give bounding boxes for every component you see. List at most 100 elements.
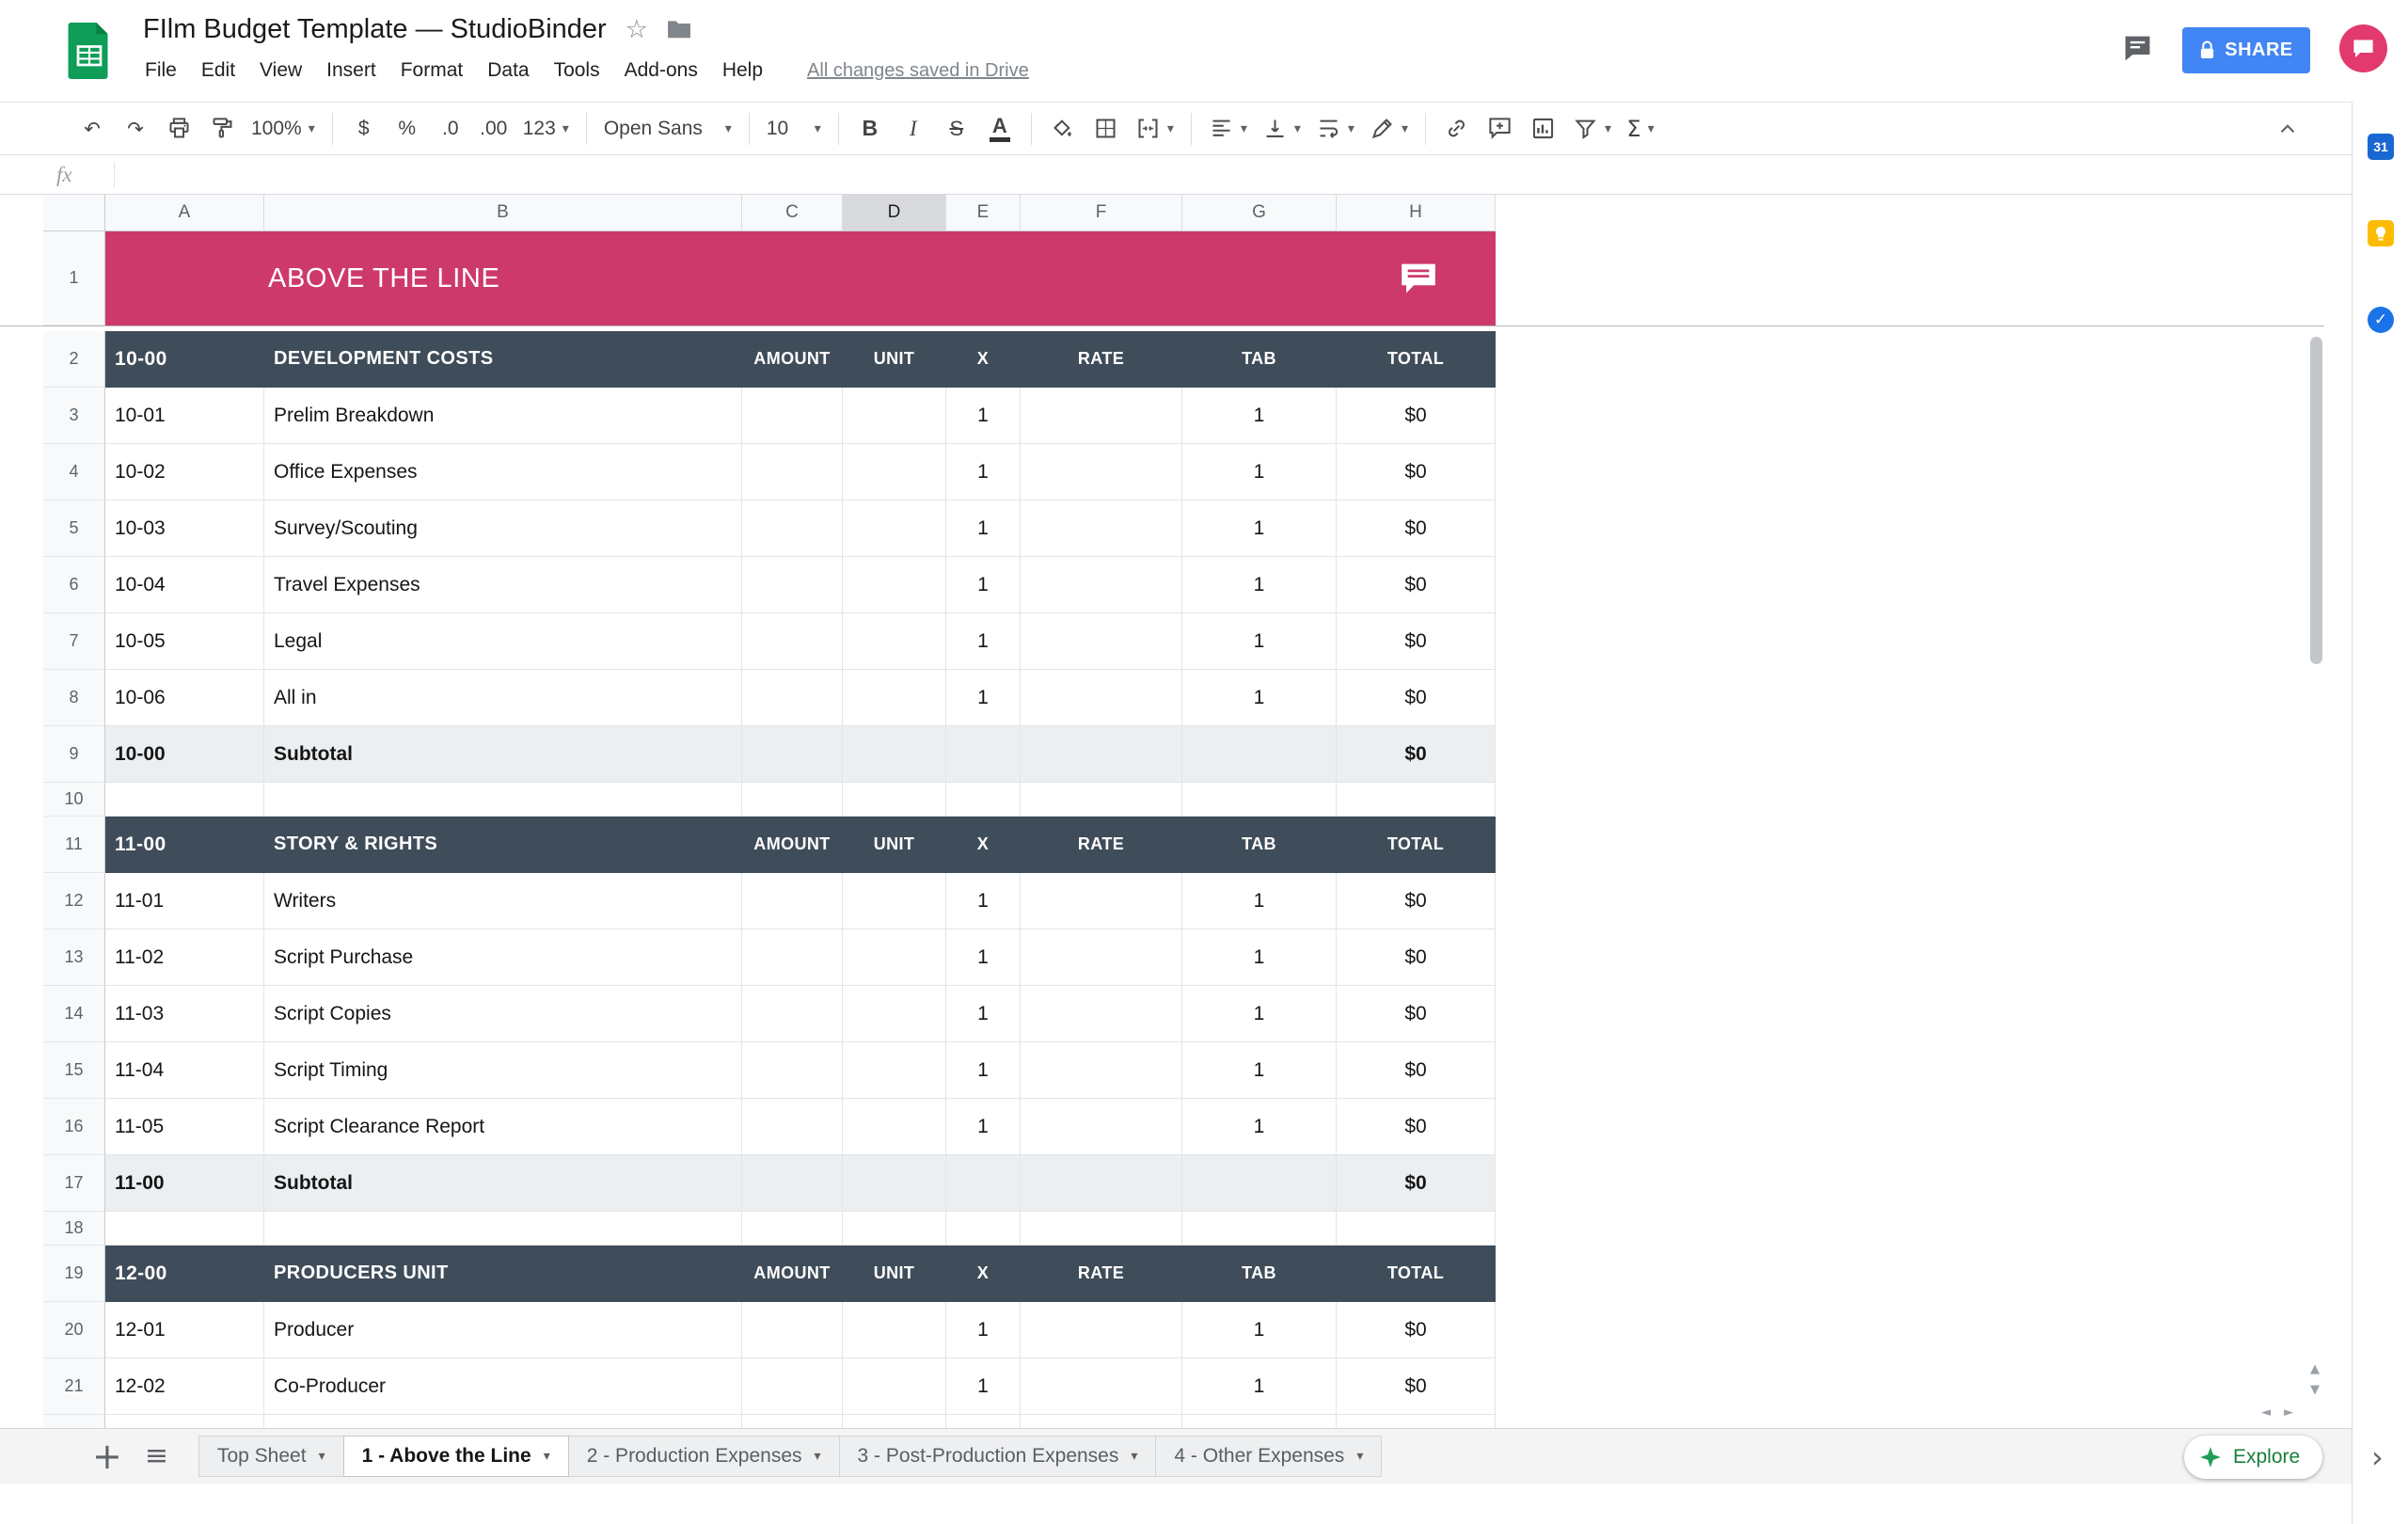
cell-D4[interactable]: [843, 444, 946, 500]
cell-B10[interactable]: [264, 783, 742, 817]
cell-H10[interactable]: [1337, 783, 1496, 817]
cell-F14[interactable]: [1021, 986, 1182, 1042]
cell-D18[interactable]: [843, 1212, 946, 1246]
cell-C21[interactable]: [742, 1358, 843, 1415]
cell-E3[interactable]: 1: [946, 388, 1021, 444]
cell-E8[interactable]: 1: [946, 670, 1021, 726]
cell-G4[interactable]: 1: [1182, 444, 1337, 500]
row-header-10[interactable]: 10: [43, 783, 105, 817]
row-header-4[interactable]: 4: [43, 444, 105, 500]
cell-C15[interactable]: [742, 1042, 843, 1099]
cell-G19[interactable]: TAB: [1182, 1246, 1337, 1302]
cell-C8[interactable]: [742, 670, 843, 726]
cell-E19[interactable]: X: [946, 1246, 1021, 1302]
column-header-A[interactable]: A: [105, 195, 264, 231]
cell-F15[interactable]: [1021, 1042, 1182, 1099]
cell-E16[interactable]: 1: [946, 1099, 1021, 1155]
cell-H8[interactable]: $0: [1337, 670, 1496, 726]
row-header-13[interactable]: 13: [43, 929, 105, 986]
cell-C16[interactable]: [742, 1099, 843, 1155]
text-rotation-icon[interactable]: ▾: [1363, 108, 1415, 150]
cell-A1-merged[interactable]: ABOVE THE LINE: [105, 231, 1496, 325]
merge-cells-icon[interactable]: ▾: [1129, 108, 1180, 150]
cell-A5[interactable]: 10-03: [105, 500, 264, 557]
tab-dropdown-icon[interactable]: ▾: [815, 1450, 821, 1463]
menu-view[interactable]: View: [247, 59, 314, 82]
cell-G18[interactable]: [1182, 1212, 1337, 1246]
row-header-5[interactable]: 5: [43, 500, 105, 557]
cell-H11[interactable]: TOTAL: [1337, 817, 1496, 873]
cell-F5[interactable]: [1021, 500, 1182, 557]
cell-A17[interactable]: 11-00: [105, 1155, 264, 1212]
cell-E10[interactable]: [946, 783, 1021, 817]
row-header-11[interactable]: 11: [43, 817, 105, 873]
cell-B18[interactable]: [264, 1212, 742, 1246]
share-button[interactable]: SHARE: [2182, 27, 2310, 73]
cell-C9[interactable]: [742, 726, 843, 783]
row-header-6[interactable]: 6: [43, 557, 105, 613]
cell-A14[interactable]: 11-03: [105, 986, 264, 1042]
cell-H6[interactable]: $0: [1337, 557, 1496, 613]
cell-D21[interactable]: [843, 1358, 946, 1415]
cell-E12[interactable]: 1: [946, 873, 1021, 929]
cell-H17[interactable]: $0: [1337, 1155, 1496, 1212]
cell-C11[interactable]: AMOUNT: [742, 817, 843, 873]
cell-F22[interactable]: [1021, 1415, 1182, 1428]
cell-E5[interactable]: 1: [946, 500, 1021, 557]
document-title[interactable]: FIlm Budget Template — StudioBinder: [143, 14, 607, 45]
cell-C10[interactable]: [742, 783, 843, 817]
cell-D12[interactable]: [843, 873, 946, 929]
filter-icon[interactable]: ▾: [1566, 108, 1618, 150]
cell-A9[interactable]: 10-00: [105, 726, 264, 783]
cell-D9[interactable]: [843, 726, 946, 783]
sheet-tab-2-production-expenses[interactable]: 2 - Production Expenses▾: [568, 1436, 840, 1477]
cell-H19[interactable]: TOTAL: [1337, 1246, 1496, 1302]
cell-B16[interactable]: Script Clearance Report: [264, 1099, 742, 1155]
cell-G16[interactable]: 1: [1182, 1099, 1337, 1155]
select-all-corner[interactable]: [43, 195, 105, 231]
keep-icon[interactable]: [2368, 220, 2394, 246]
cell-G17[interactable]: [1182, 1155, 1337, 1212]
cell-D19[interactable]: UNIT: [843, 1246, 946, 1302]
cell-G12[interactable]: 1: [1182, 873, 1337, 929]
cell-D2[interactable]: UNIT: [843, 331, 946, 388]
cell-G14[interactable]: 1: [1182, 986, 1337, 1042]
tab-dropdown-icon[interactable]: ▾: [319, 1450, 325, 1463]
borders-icon[interactable]: [1085, 108, 1127, 150]
comment-history-icon[interactable]: [2123, 34, 2152, 68]
cell-A21[interactable]: 12-02: [105, 1358, 264, 1415]
cell-A12[interactable]: 11-01: [105, 873, 264, 929]
cell-E22[interactable]: [946, 1415, 1021, 1428]
cell-E21[interactable]: 1: [946, 1358, 1021, 1415]
cell-B9[interactable]: Subtotal: [264, 726, 742, 783]
cell-G3[interactable]: 1: [1182, 388, 1337, 444]
cell-B19[interactable]: PRODUCERS UNIT: [264, 1246, 742, 1302]
cell-E15[interactable]: 1: [946, 1042, 1021, 1099]
row-header-2[interactable]: 2: [43, 331, 105, 388]
column-header-F[interactable]: F: [1021, 195, 1182, 231]
cell-H5[interactable]: $0: [1337, 500, 1496, 557]
cell-E14[interactable]: 1: [946, 986, 1021, 1042]
cell-F4[interactable]: [1021, 444, 1182, 500]
scroll-up-icon[interactable]: ▲: [2310, 1363, 2320, 1375]
insert-link-icon[interactable]: [1436, 108, 1478, 150]
menu-add-ons[interactable]: Add-ons: [612, 59, 710, 82]
cell-B3[interactable]: Prelim Breakdown: [264, 388, 742, 444]
row-header-9[interactable]: 9: [43, 726, 105, 783]
cell-A8[interactable]: 10-06: [105, 670, 264, 726]
format-percent-button[interactable]: %: [387, 108, 428, 150]
cell-A11[interactable]: 11-00: [105, 817, 264, 873]
insert-comment-icon[interactable]: [1480, 108, 1521, 150]
cell-A18[interactable]: [105, 1212, 264, 1246]
scroll-left-icon[interactable]: ◄: [2261, 1406, 2271, 1419]
row-header-8[interactable]: 8: [43, 670, 105, 726]
cell-G13[interactable]: 1: [1182, 929, 1337, 986]
sheet-tab-top-sheet[interactable]: Top Sheet▾: [198, 1436, 344, 1477]
row-header-18[interactable]: 18: [43, 1212, 105, 1246]
cell-C14[interactable]: [742, 986, 843, 1042]
cell-F7[interactable]: [1021, 613, 1182, 670]
cell-C17[interactable]: [742, 1155, 843, 1212]
row-header-21[interactable]: 21: [43, 1358, 105, 1415]
cell-F3[interactable]: [1021, 388, 1182, 444]
cell-F12[interactable]: [1021, 873, 1182, 929]
